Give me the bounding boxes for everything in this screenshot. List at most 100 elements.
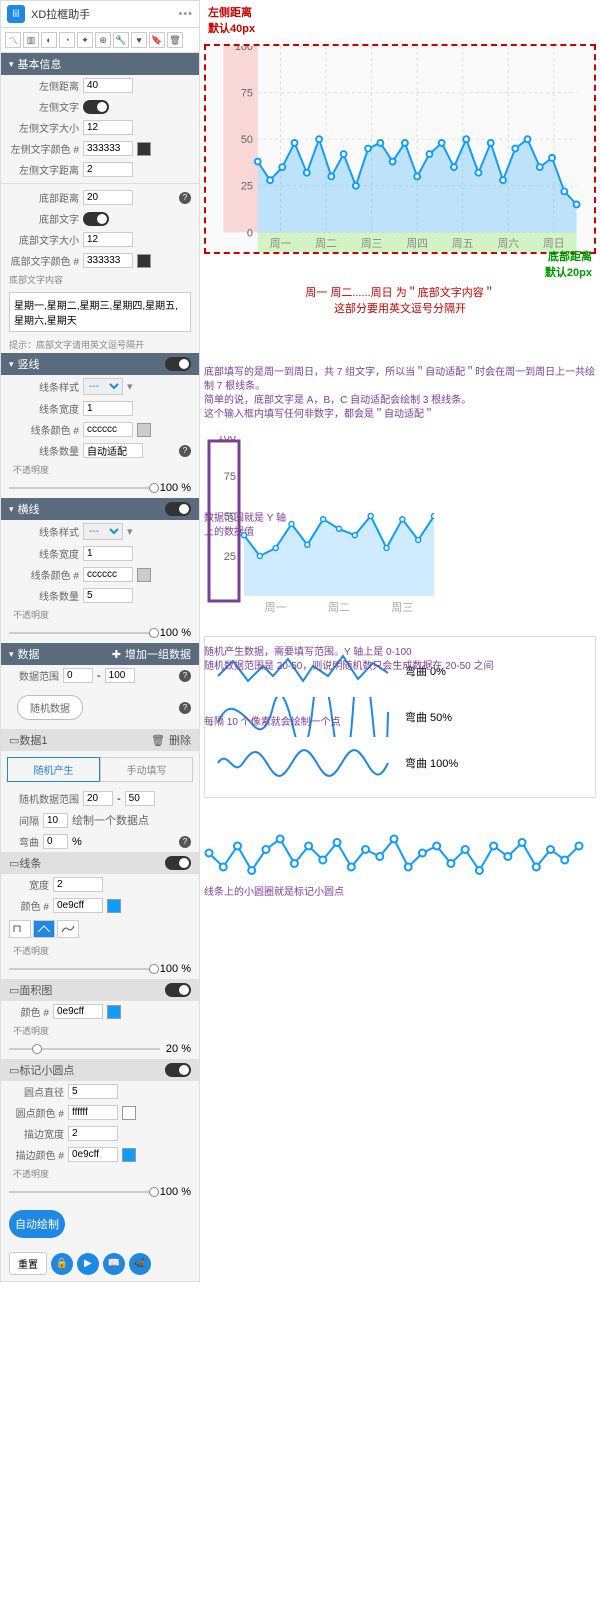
tool-radar-icon[interactable]: ✦ <box>77 32 93 48</box>
help-icon[interactable]: ? <box>179 702 191 714</box>
hline-color-input[interactable] <box>83 567 133 582</box>
hline-toggle[interactable] <box>165 502 191 516</box>
line-color-swatch[interactable] <box>107 899 121 913</box>
book-icon[interactable]: 📖 <box>103 1253 125 1275</box>
svg-text:75: 75 <box>224 471 236 483</box>
vline-color-swatch[interactable] <box>137 423 151 437</box>
hline-width-input[interactable] <box>83 546 133 561</box>
svg-text:周二: 周二 <box>328 601 350 614</box>
tool-wrench-icon[interactable]: 🔧 <box>113 32 129 48</box>
add-data-button[interactable]: ✚ 增加一组数据 <box>112 646 191 662</box>
line-width-input[interactable] <box>53 877 103 892</box>
rand-to-input[interactable] <box>125 791 155 806</box>
tool-globe-icon[interactable]: ⊕ <box>95 32 111 48</box>
random-data-button[interactable]: 随机数据 <box>17 695 83 720</box>
section-data1[interactable]: ▭ 数据1🗑 删除 <box>1 729 199 751</box>
chevron-down-icon: ▾ <box>9 59 14 70</box>
bottom-color-input[interactable] <box>83 253 133 268</box>
marker-strokew-input[interactable] <box>68 1126 118 1141</box>
area-color-swatch[interactable] <box>107 1005 121 1019</box>
chevron-down-icon: ▾ <box>9 504 14 515</box>
hline-style-select[interactable]: --- <box>83 523 123 540</box>
more-icon[interactable]: ••• <box>178 8 193 20</box>
hline-color-swatch[interactable] <box>137 568 151 582</box>
marker-strokec-input[interactable] <box>68 1147 118 1162</box>
marker-toggle[interactable] <box>165 1063 191 1077</box>
ann-left-margin: 左侧距离 默认40px <box>208 4 596 36</box>
section-line[interactable]: ▭ 线条 <box>1 852 199 874</box>
bottom-color-swatch[interactable] <box>137 254 151 268</box>
section-area[interactable]: ▭ 面积图 <box>1 979 199 1001</box>
section-vline[interactable]: ▾竖线 <box>1 353 199 375</box>
left-color-swatch[interactable] <box>137 142 151 156</box>
section-basic[interactable]: ▾基本信息 <box>1 53 199 75</box>
lock-icon[interactable]: 🔒 <box>51 1253 73 1275</box>
area-opacity-slider[interactable] <box>9 1048 160 1050</box>
rand-from-input[interactable] <box>83 791 113 806</box>
curve-input[interactable] <box>43 834 68 849</box>
left-gap-input[interactable] <box>83 162 133 177</box>
delete-data1-button[interactable]: 🗑 删除 <box>151 732 191 748</box>
ann-bottom-text: 底部填写的是周一到周日，共 7 组文字，所以当＂自动适配＂时会在周一到周日上一共… <box>204 366 600 422</box>
interval-input[interactable] <box>43 813 68 828</box>
tool-bookmark-icon[interactable]: 🔖 <box>149 32 165 48</box>
marker-opacity-slider[interactable] <box>9 1191 154 1193</box>
line-toggle[interactable] <box>165 856 191 870</box>
area-toggle[interactable] <box>165 983 191 997</box>
help-icon[interactable]: ? <box>179 192 191 204</box>
help-icon[interactable]: ? <box>179 836 191 848</box>
vline-opacity-slider[interactable] <box>9 487 154 489</box>
data-range-to-input[interactable] <box>105 668 135 683</box>
tool-line-chart-icon[interactable]: 〽 <box>5 32 21 48</box>
vline-width-input[interactable] <box>83 401 133 416</box>
left-text-toggle[interactable] <box>83 100 109 114</box>
help-icon[interactable]: ? <box>179 670 191 682</box>
preview-icon[interactable]: ▶ <box>77 1253 99 1275</box>
vline-toggle[interactable] <box>165 357 191 371</box>
tool-bar-chart-icon[interactable]: ▥ <box>23 32 39 48</box>
marker-fill-input[interactable] <box>68 1105 118 1120</box>
section-data[interactable]: ▾数据✚ 增加一组数据 <box>1 643 199 665</box>
hline-opacity-slider[interactable] <box>9 632 154 634</box>
help-icon[interactable]: ? <box>179 445 191 457</box>
auto-draw-button[interactable]: 自动绘制 <box>9 1210 65 1238</box>
svg-text:周四: 周四 <box>406 238 428 250</box>
reset-button[interactable]: 重置 <box>9 1252 47 1275</box>
hline-count-input[interactable] <box>83 588 133 603</box>
marker-strokec-swatch[interactable] <box>122 1148 136 1162</box>
vline-count-input[interactable] <box>83 443 143 458</box>
svg-text:周二: 周二 <box>315 238 337 250</box>
vline-color-input[interactable] <box>83 422 133 437</box>
line-style-straight-button[interactable] <box>33 920 55 938</box>
section-hline[interactable]: ▾横线 <box>1 498 199 520</box>
line-opacity-value: 100 % <box>160 963 191 975</box>
section-marker[interactable]: ▭ 标记小圆点 <box>1 1059 199 1081</box>
tool-gauge-icon[interactable]: ◐ <box>41 32 57 48</box>
tool-pie-icon[interactable]: ◔ <box>59 32 75 48</box>
line-color-input[interactable] <box>53 898 103 913</box>
bottom-size-input[interactable] <box>83 232 133 247</box>
tab-random[interactable]: 随机产生 <box>7 757 100 782</box>
marker-fill-swatch[interactable] <box>122 1106 136 1120</box>
rand-range-label: 随机数据范围 <box>9 791 79 806</box>
left-dist-input[interactable] <box>83 78 133 93</box>
svg-text:0: 0 <box>247 227 253 239</box>
left-size-input[interactable] <box>83 120 133 135</box>
tool-heart-icon[interactable]: ♥ <box>131 32 147 48</box>
tool-trash-icon[interactable]: 🗑 <box>167 32 183 48</box>
area-opacity-value: 20 % <box>166 1043 191 1055</box>
bottom-dist-input[interactable] <box>83 190 133 205</box>
data-range-from-input[interactable] <box>63 668 93 683</box>
line-style-step-button[interactable] <box>9 920 31 938</box>
curve100-label: 弯曲 100% <box>405 755 458 771</box>
camera-icon[interactable]: 📹 <box>129 1253 151 1275</box>
marker-radius-input[interactable] <box>68 1084 118 1099</box>
left-color-input[interactable] <box>83 141 133 156</box>
vline-style-select[interactable]: --- <box>83 378 123 395</box>
line-style-curve-button[interactable] <box>57 920 79 938</box>
tab-manual[interactable]: 手动填写 <box>100 757 193 782</box>
bottom-text-toggle[interactable] <box>83 212 109 226</box>
area-color-input[interactable] <box>53 1004 103 1019</box>
bottom-content-input[interactable]: 星期一,星期二,星期三,星期四,星期五,星期六,星期天 <box>9 292 191 332</box>
line-opacity-slider[interactable] <box>9 968 154 970</box>
